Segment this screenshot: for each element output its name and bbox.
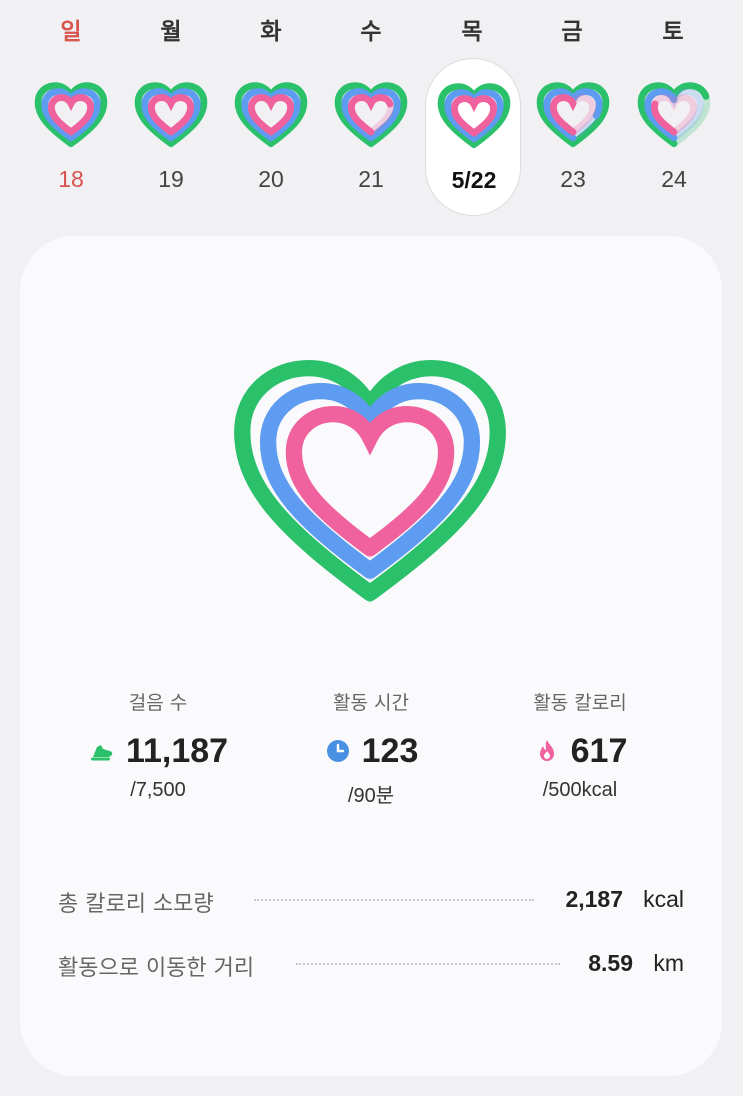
dotted-leader: [254, 899, 534, 901]
steps-label: 걸음 수: [128, 692, 188, 714]
day-item[interactable]: 5/22: [425, 58, 521, 216]
distance-value: 8.59: [588, 950, 633, 976]
day-heart-icon: [134, 82, 208, 148]
day-heart-icon: [34, 82, 108, 148]
day-item[interactable]: 19: [123, 58, 219, 216]
total-calories-value: 2,187: [565, 886, 623, 912]
weekday-sun: 일: [60, 19, 82, 45]
active-calories-stat[interactable]: 활동 칼로리 617 /500kcal: [480, 688, 680, 802]
day-number: 24: [661, 166, 687, 192]
active-time-goal: /90분: [347, 785, 395, 807]
weekday-header: 일 월 화 수 목 금 토: [0, 0, 743, 50]
distance-row: 활동으로 이동한 거리 8.59 km: [58, 944, 684, 984]
day-heart-icon: [234, 82, 308, 148]
active-calories-value: 617: [570, 731, 628, 770]
day-number: 23: [560, 166, 586, 192]
active-time-stat[interactable]: 활동 시간 123 /90분: [271, 688, 471, 808]
steps-goal: /7,500: [130, 779, 186, 801]
shoe-icon: [90, 745, 113, 761]
dotted-leader: [296, 963, 560, 965]
distance-label: 활동으로 이동한 거리: [58, 956, 255, 981]
day-number: 19: [158, 166, 184, 192]
steps-stat[interactable]: 걸음 수 11,187 /7,500: [58, 688, 258, 802]
day-item[interactable]: 23: [525, 58, 621, 216]
weekday-thu: 목: [461, 19, 483, 45]
day-number: 18: [58, 166, 84, 192]
weekday-sat: 토: [662, 19, 684, 45]
total-calories-row: 총 칼로리 소모량 2,187 kcal: [58, 880, 684, 920]
total-calories-unit: kcal: [643, 886, 684, 912]
weekday-mon: 월: [160, 19, 182, 45]
day-number: 20: [258, 166, 284, 192]
weekday-fri: 금: [561, 19, 583, 45]
day-item[interactable]: 21: [323, 58, 419, 216]
total-calories-label: 총 칼로리 소모량: [58, 892, 214, 917]
day-number: 5/22: [451, 167, 497, 193]
day-item[interactable]: 24: [626, 58, 722, 216]
day-heart-icon: [437, 83, 511, 149]
day-item[interactable]: 18: [23, 58, 119, 216]
clock-icon: [326, 740, 349, 762]
activity-rings-heart-icon: [234, 360, 506, 604]
active-time-value: 123: [361, 731, 419, 770]
active-calories-goal: /500kcal: [542, 779, 618, 801]
weekday-wed: 수: [360, 19, 382, 45]
day-heart-icon: [637, 82, 711, 148]
active-time-label: 활동 시간: [333, 692, 409, 714]
day-heart-icon: [334, 82, 408, 148]
distance-unit: km: [653, 950, 684, 976]
day-item[interactable]: 20: [223, 58, 319, 216]
day-heart-icon: [536, 82, 610, 148]
flame-icon: [539, 740, 554, 761]
active-calories-label: 활동 칼로리: [533, 692, 627, 714]
day-number: 21: [358, 166, 384, 192]
weekday-tue: 화: [260, 19, 282, 45]
steps-value: 11,187: [125, 731, 229, 770]
day-selector: 18 19 20 21 5/22 23 24: [0, 58, 743, 218]
activity-card: 걸음 수 11,187 /7,500 활동 시간 123 /90분 활동 칼로리: [20, 236, 722, 1076]
